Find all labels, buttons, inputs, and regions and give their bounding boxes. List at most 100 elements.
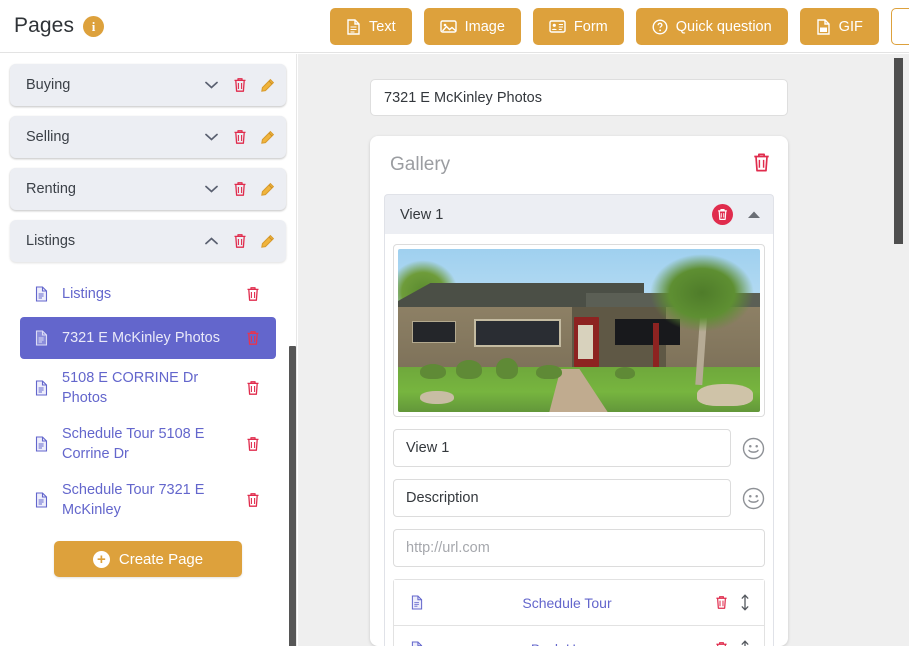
edit-group-icon[interactable] (259, 78, 276, 93)
list-item[interactable]: Schedule Tour (394, 580, 764, 626)
delete-page-icon[interactable] (230, 380, 276, 396)
brand: Pages i (14, 14, 105, 38)
edit-group-icon[interactable] (259, 182, 276, 197)
delete-group-icon[interactable] (231, 77, 248, 93)
edit-group-icon[interactable] (259, 130, 276, 145)
chevron-down-icon[interactable] (202, 185, 220, 193)
add-image-button[interactable]: Image (423, 8, 521, 45)
add-image-label: Image (464, 18, 505, 35)
page-title-input[interactable]: 7321 E McKinley Photos (370, 79, 788, 116)
main-scrollbar-thumb[interactable] (894, 58, 903, 244)
info-icon[interactable]: i (83, 15, 105, 37)
add-gif-label: GIF (838, 18, 863, 35)
document-icon (20, 380, 62, 396)
listings-page-list: Listings 7321 E McKinley Photos 5108 E C… (10, 262, 286, 527)
rock-right (696, 384, 753, 406)
shrub-row (398, 358, 760, 379)
view-description-input[interactable]: Description (393, 479, 731, 517)
sidebar-page-7321-e-mckinley-photos[interactable]: 7321 E McKinley Photos (20, 317, 276, 359)
url-row: http://url.com (393, 529, 765, 567)
create-page-wrap: + Create Page (10, 529, 286, 577)
view-caption-value: View 1 (406, 440, 450, 456)
page-editor-content: 7321 E McKinley Photos Gallery View 1 Vi… (298, 54, 909, 646)
add-form-label: Form (573, 18, 608, 35)
delete-link-icon[interactable] (706, 641, 736, 646)
delete-group-icon[interactable] (231, 129, 248, 145)
sidebar-group-listings-header[interactable]: Listings (10, 220, 286, 262)
delete-page-icon[interactable] (230, 436, 276, 452)
delete-group-icon[interactable] (231, 233, 248, 249)
sidebar-page-label: Listings (62, 286, 112, 302)
chevron-down-icon[interactable] (202, 81, 220, 89)
view-link-list: Schedule Tour Back (393, 579, 765, 646)
add-text-label: Text (369, 18, 396, 35)
gif-file-icon (816, 18, 831, 35)
add-form-button[interactable]: Form (532, 8, 624, 45)
add-text-button[interactable]: Text (330, 8, 412, 45)
chevron-up-icon[interactable] (202, 237, 220, 245)
page-title-value: 7321 E McKinley Photos (384, 89, 542, 106)
sidebar-group-listings: Listings Listings 7321 E McKinley Photos… (10, 220, 286, 577)
sidebar-group-renting: Renting (10, 168, 286, 210)
sidebar-scrollbar-thumb[interactable] (289, 346, 296, 646)
sidebar-page-label: 5108 E CORRINE Dr Photos (62, 370, 199, 406)
sidebar-page-schedule-tour-5108-e-corrine-dr[interactable]: Schedule Tour 5108 E Corrine Dr (20, 417, 276, 471)
top-bar: Pages i Text Image Form Quick question G… (0, 0, 909, 53)
create-page-button[interactable]: + Create Page (54, 541, 242, 577)
sidebar-page-label: Schedule Tour 5108 E Corrine Dr (62, 426, 205, 462)
delete-page-icon[interactable] (230, 286, 276, 302)
sidebar-page-listings[interactable]: Listings (20, 273, 276, 315)
view-1-header[interactable]: View 1 (384, 194, 774, 234)
door-glass (578, 325, 593, 359)
image-icon (439, 19, 457, 34)
document-icon (406, 641, 428, 646)
sidebar-group-selling-header[interactable]: Selling (10, 116, 286, 158)
document-icon (406, 595, 428, 610)
smiley-icon[interactable] (742, 487, 765, 510)
question-circle-icon (652, 18, 668, 35)
document-icon (20, 436, 62, 452)
delete-link-icon[interactable] (706, 595, 736, 610)
move-vertical-icon[interactable] (736, 640, 754, 646)
view-url-placeholder: http://url.com (406, 540, 490, 556)
window-left (412, 321, 456, 343)
view-caption-input[interactable]: View 1 (393, 429, 731, 467)
gallery-header: Gallery (370, 136, 788, 194)
link-label: Schedule Tour (522, 594, 612, 611)
smiley-icon[interactable] (742, 437, 765, 460)
sidebar-group-buying-header[interactable]: Buying (10, 64, 286, 106)
description-row: Description (393, 479, 765, 517)
rock-left (419, 391, 454, 404)
caret-up-icon[interactable] (747, 210, 761, 219)
delete-page-icon[interactable] (230, 492, 276, 508)
view-image-frame[interactable] (393, 244, 765, 417)
pages-sidebar: Buying Selling Renting Listings Listings… (0, 54, 297, 646)
gallery-view-1: View 1 View 1 Description http://url.com… (384, 194, 774, 646)
add-gif-button[interactable]: GIF (799, 8, 879, 45)
link-label: Back Home (428, 641, 706, 646)
view-url-input[interactable]: http://url.com (393, 529, 765, 567)
form-icon (549, 19, 566, 34)
delete-gallery-icon[interactable] (752, 152, 771, 178)
tree-canopy (629, 249, 760, 347)
edit-group-icon[interactable] (259, 234, 276, 249)
move-vertical-icon[interactable] (736, 594, 754, 611)
delete-group-icon[interactable] (231, 181, 248, 197)
app-window: Pages i Text Image Form Quick question G… (0, 0, 909, 646)
delete-view-icon[interactable] (712, 204, 733, 225)
document-icon (20, 492, 62, 508)
list-item[interactable]: Back Home (394, 626, 764, 646)
quick-question-button[interactable]: Quick question (635, 8, 788, 45)
chevron-down-icon[interactable] (202, 133, 220, 141)
sidebar-page-label: Schedule Tour 7321 E McKinley (62, 482, 205, 518)
gallery-block: Gallery View 1 View 1 Description http:/… (370, 136, 788, 646)
gallery-title: Gallery (390, 154, 451, 175)
delete-page-icon[interactable] (230, 330, 276, 346)
page-title: Pages (14, 14, 75, 37)
sidebar-group-renting-header[interactable]: Renting (10, 168, 286, 210)
window-center (474, 319, 561, 347)
more-button[interactable]: More (890, 8, 909, 45)
sidebar-page-schedule-tour-7321-e-mckinley[interactable]: Schedule Tour 7321 E McKinley (20, 473, 276, 527)
document-icon (346, 18, 361, 35)
sidebar-page-5108-e-corrine-dr-photos[interactable]: 5108 E CORRINE Dr Photos (20, 361, 276, 415)
